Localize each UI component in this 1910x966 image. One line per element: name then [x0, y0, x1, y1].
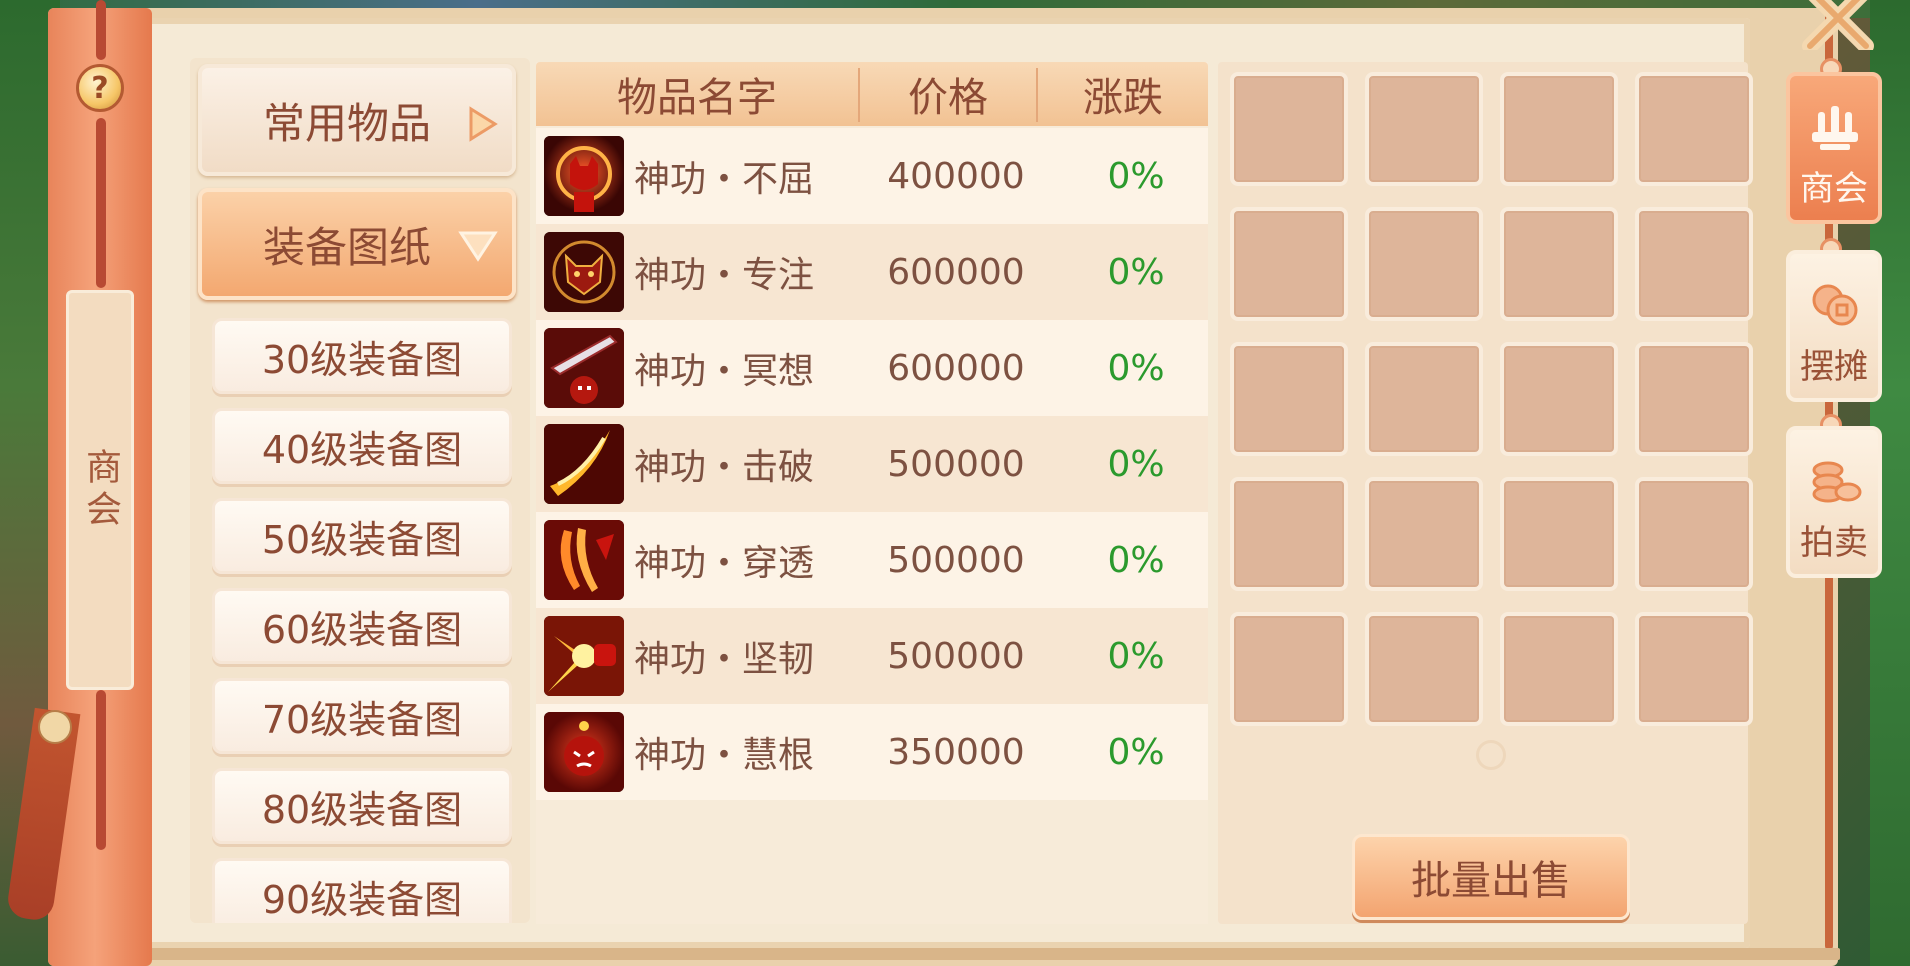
subcategory-item[interactable]: 80级装备图	[212, 768, 512, 844]
category-common-items[interactable]: 常用物品	[198, 64, 516, 176]
subcategory-item[interactable]: 40级装备图	[212, 408, 512, 484]
item-price: 500000	[887, 443, 1025, 485]
item-name: 神功・击破	[634, 447, 815, 488]
subcategory-item[interactable]: 70级装备图	[212, 678, 512, 754]
inventory-slot[interactable]	[1500, 207, 1618, 321]
inventory-slot[interactable]	[1230, 72, 1348, 186]
item-change: 0%	[1107, 443, 1165, 485]
item-change: 0%	[1107, 539, 1165, 581]
tab-stall[interactable]: 摆摊	[1786, 250, 1882, 402]
item-price: 500000	[887, 539, 1025, 581]
item-change: 0%	[1107, 635, 1165, 677]
tab-label: 商会	[1800, 169, 1868, 209]
red-devil-halo-icon	[544, 136, 624, 216]
side-title-tag: 商会	[66, 290, 134, 690]
item-price: 350000	[887, 731, 1025, 773]
tab-guild-shop[interactable]: 商会	[1786, 72, 1882, 224]
triangle-down-icon	[458, 231, 498, 262]
table-header: 物品名字 价格 涨跌	[536, 62, 1208, 126]
table-row[interactable]: 神功・慧根 350000 0%	[536, 704, 1208, 800]
table-row[interactable]: 神功・穿透 500000 0%	[536, 512, 1208, 608]
bulk-sell-button[interactable]: 批量出售	[1352, 834, 1630, 920]
inventory-slot[interactable]	[1635, 207, 1753, 321]
item-price-table: 物品名字 价格 涨跌 神功・不屈 400000 0% 神功・专注 600000 …	[536, 62, 1208, 924]
inventory-slot[interactable]	[1230, 612, 1348, 726]
tab-label: 摆摊	[1800, 347, 1868, 387]
inventory-slot[interactable]	[1230, 207, 1348, 321]
column-header-name: 物品名字	[617, 75, 777, 121]
triangle-right-icon	[469, 106, 498, 142]
tassel-bead-decoration	[38, 710, 72, 744]
claw-strike-icon	[544, 520, 624, 600]
item-name: 神功・慧根	[634, 735, 815, 776]
item-name: 神功・坚韧	[634, 639, 815, 680]
inventory-slot[interactable]	[1500, 342, 1618, 456]
sword-bear-icon	[544, 328, 624, 408]
tab-auction[interactable]: 拍卖	[1786, 426, 1882, 578]
subcategory-item[interactable]: 60级装备图	[212, 588, 512, 664]
angry-imp-icon	[544, 712, 624, 792]
inventory-slot[interactable]	[1365, 612, 1483, 726]
page-indicator-dot[interactable]	[1476, 740, 1506, 770]
table-row[interactable]: 神功・坚韧 500000 0%	[536, 608, 1208, 704]
table-row[interactable]: 神功・不屈 400000 0%	[536, 128, 1208, 224]
help-icon: ?	[91, 70, 109, 106]
horned-mask-icon	[544, 232, 624, 312]
inventory-slot[interactable]	[1635, 477, 1753, 591]
item-change: 0%	[1107, 155, 1165, 197]
item-change: 0%	[1107, 347, 1165, 389]
fist-flare-icon	[544, 616, 624, 696]
help-button[interactable]: ?	[76, 64, 124, 112]
table-row[interactable]: 神功・击破 500000 0%	[536, 416, 1208, 512]
slash-burst-icon	[544, 424, 624, 504]
coin-stack-icon	[1812, 461, 1862, 503]
inventory-slot[interactable]	[1365, 72, 1483, 186]
inventory-slot[interactable]	[1230, 477, 1348, 591]
side-title: 商会	[80, 448, 121, 532]
inventory-slot[interactable]	[1500, 72, 1618, 186]
category-list[interactable]: 常用物品 装备图纸 30级装备图 40级装备图 50级装备图 60级装备图 70…	[190, 58, 530, 923]
subcategory-item[interactable]: 50级装备图	[212, 498, 512, 574]
inventory-slot[interactable]	[1365, 477, 1483, 591]
column-header-change: 涨跌	[1083, 75, 1163, 121]
inventory-slot[interactable]	[1635, 612, 1753, 726]
inventory-slot[interactable]	[1230, 342, 1348, 456]
guild-hall-icon	[1812, 106, 1858, 150]
category-equipment-blueprints[interactable]: 装备图纸	[198, 188, 516, 300]
inventory-slot[interactable]	[1635, 342, 1753, 456]
subcategory-item[interactable]: 30级装备图	[212, 318, 512, 394]
item-change: 0%	[1107, 251, 1165, 293]
table-row[interactable]: 神功・专注 600000 0%	[536, 224, 1208, 320]
column-header-price: 价格	[908, 75, 988, 121]
item-price: 400000	[887, 155, 1025, 197]
item-price: 600000	[887, 347, 1025, 389]
frame-bottom-edge	[110, 948, 1840, 960]
inventory-slot[interactable]	[1635, 72, 1753, 186]
item-name: 神功・穿透	[634, 543, 815, 584]
item-price: 500000	[887, 635, 1025, 677]
coins-icon	[1812, 284, 1858, 326]
rope-decoration	[96, 0, 106, 60]
item-name: 神功・不屈	[634, 159, 815, 200]
tab-label: 拍卖	[1800, 523, 1868, 563]
item-price: 600000	[887, 251, 1025, 293]
inventory-slot[interactable]	[1365, 342, 1483, 456]
inventory-slot[interactable]	[1500, 612, 1618, 726]
item-name: 神功・冥想	[634, 351, 815, 392]
table-row[interactable]: 神功・冥想 600000 0%	[536, 320, 1208, 416]
inventory-slot[interactable]	[1365, 207, 1483, 321]
close-icon[interactable]	[1796, 0, 1880, 50]
inventory-slot[interactable]	[1500, 477, 1618, 591]
subcategory-item[interactable]: 90级装备图	[212, 858, 512, 923]
category-label: 常用物品	[262, 98, 431, 148]
rope-decoration	[96, 118, 106, 288]
item-name: 神功・专注	[634, 255, 815, 296]
item-change: 0%	[1107, 731, 1165, 773]
rope-decoration	[96, 690, 106, 850]
category-label: 装备图纸	[262, 222, 431, 272]
